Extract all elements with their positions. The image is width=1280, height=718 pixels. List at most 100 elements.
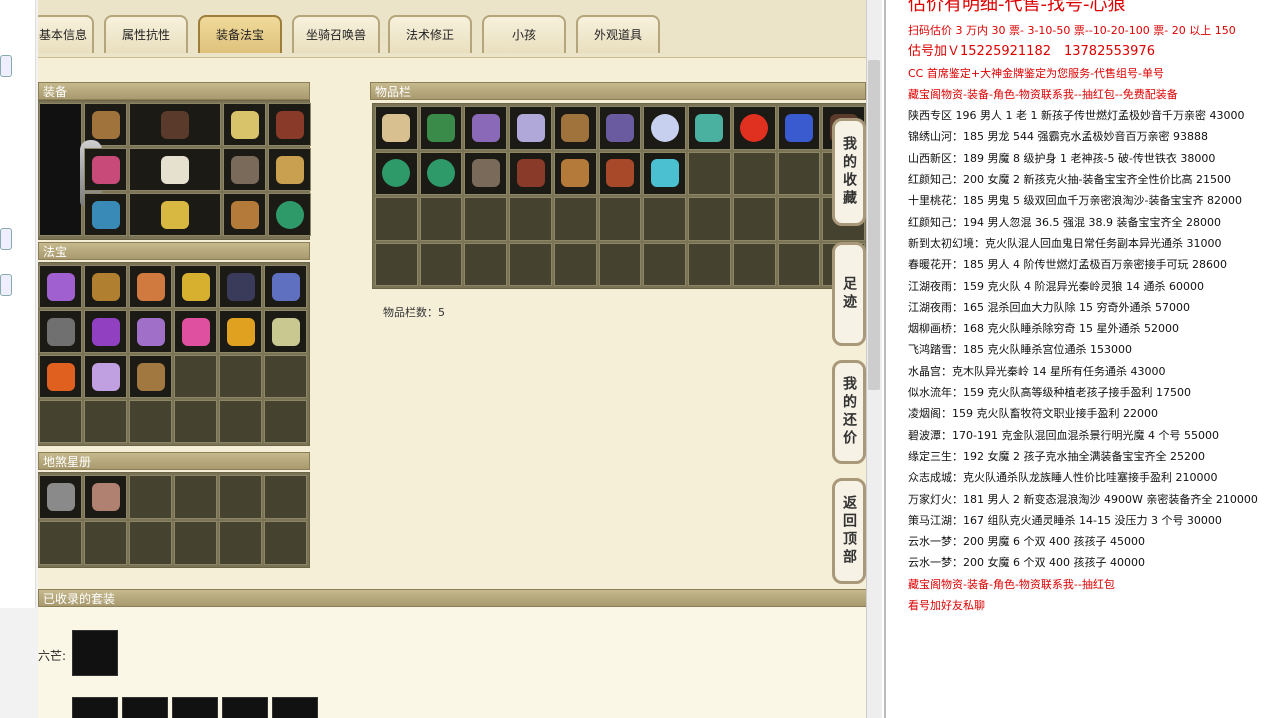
star-card-slot[interactable]: [39, 475, 82, 519]
magic-slot[interactable]: [84, 355, 127, 398]
equip-slot[interactable]: [129, 148, 221, 191]
inventory-slot[interactable]: [643, 106, 687, 150]
magic-slot[interactable]: [84, 310, 127, 353]
inventory-slot[interactable]: [598, 106, 642, 150]
equip-slot[interactable]: [84, 193, 127, 236]
equip-slot[interactable]: [223, 103, 266, 146]
empty-slot: [777, 151, 821, 195]
magic-slot[interactable]: [174, 310, 217, 353]
equipment-grid: [38, 100, 311, 240]
equip-slot[interactable]: [223, 148, 266, 191]
button-label: 返回顶部: [841, 495, 857, 567]
inventory-slot[interactable]: [419, 106, 463, 150]
equip-slot[interactable]: [129, 103, 221, 146]
empty-slot: [598, 242, 642, 286]
inventory-slot[interactable]: [375, 106, 418, 150]
magic-slot[interactable]: [129, 310, 172, 353]
magic-slot[interactable]: [174, 265, 217, 308]
set-item-icon[interactable]: [222, 697, 268, 718]
empty-slot: [732, 151, 776, 195]
inventory-slot[interactable]: [777, 106, 821, 150]
inventory-slot[interactable]: [509, 106, 552, 150]
empty-slot: [264, 400, 307, 443]
empty-slot: [643, 197, 687, 241]
text-line: 江湖夜雨：165 混杀回血大力队除 15 穷奇外通杀 57000: [908, 300, 1190, 314]
text-line: 凌烟阁：159 克火队畜牧符文职业接手盈利 22000: [908, 407, 1158, 421]
tab-label: 小孩: [511, 28, 536, 42]
text-line: 红颜知己：194 男人忽混 36.5 强混 38.9 装备宝宝齐全 28000: [908, 215, 1221, 229]
set-item-icon[interactable]: [72, 697, 118, 718]
tab-equipment[interactable]: 装备法宝: [198, 15, 282, 53]
set-item-icon[interactable]: [72, 630, 118, 676]
magic-slot[interactable]: [84, 265, 127, 308]
text-line: 扫码估价 3 万内 30 票- 3-10-50 票--10-20-100 票- …: [908, 24, 1236, 37]
empty-slot: [464, 197, 508, 241]
back-to-top-button[interactable]: 返回顶部: [832, 478, 866, 584]
text-line: 众志成城：克火队通杀队龙族睡人性价比哇塞接手盈利 210000: [908, 471, 1218, 485]
set-item-icon[interactable]: [122, 697, 168, 718]
tab-child[interactable]: 小孩: [482, 15, 566, 53]
character-portrait: [39, 103, 102, 236]
tab-bar: 基本信息 属性抗性 装备法宝 坐骑召唤兽 法术修正 小孩 外观道具: [38, 0, 870, 58]
footprint-button[interactable]: 足迹: [832, 242, 866, 346]
inventory-slot[interactable]: [419, 151, 463, 195]
scrollbar-thumb[interactable]: [868, 60, 880, 390]
text-line: 十里桃花：185 男鬼 5 级双回血千万亲密浪淘沙-装备宝宝齐 82000: [908, 194, 1242, 208]
inventory-slot[interactable]: [464, 106, 508, 150]
tab-attributes[interactable]: 属性抗性: [104, 15, 188, 53]
text-line: 江湖夜雨：159 克火队 4 阶混异光秦岭灵狼 14 通杀 60000: [908, 279, 1204, 293]
equip-slot[interactable]: [268, 103, 311, 146]
magic-slot[interactable]: [39, 265, 82, 308]
inventory-slot[interactable]: [509, 151, 552, 195]
star-card-slot[interactable]: [84, 475, 127, 519]
text-line: 看号加好友私聊: [908, 599, 985, 613]
equip-slot[interactable]: [129, 193, 221, 236]
set-item-icon[interactable]: [172, 697, 218, 718]
tab-basic-info[interactable]: 基本信息: [38, 15, 94, 53]
text-line: 碧波潭：170-191 克金队混回血混杀景行明光魔 4 个号 55000: [908, 428, 1219, 442]
equip-slot[interactable]: [268, 148, 311, 191]
text-line: 红颜知己：200 女魔 2 新孩克火抽-装备宝宝齐全性价比高 21500: [908, 173, 1231, 187]
magic-slot[interactable]: [129, 355, 172, 398]
mini-app-icon[interactable]: [0, 274, 12, 296]
tab-appearance[interactable]: 外观道具: [576, 15, 660, 53]
inventory-slot[interactable]: [732, 106, 776, 150]
empty-slot: [174, 475, 217, 519]
inventory-slot[interactable]: [688, 106, 731, 150]
magic-slot[interactable]: [39, 310, 82, 353]
magic-slot[interactable]: [39, 355, 82, 398]
tab-spell-correction[interactable]: 法术修正: [388, 15, 472, 53]
text-line: 云水一梦：200 女魔 6 个双 400 孩孩子 40000: [908, 556, 1145, 570]
magic-slot[interactable]: [219, 310, 262, 353]
equip-slot[interactable]: [84, 148, 127, 191]
my-favorites-button[interactable]: 我的收藏: [832, 118, 866, 226]
text-line: 云水一梦：200 男魔 6 个双 400 孩孩子 45000: [908, 535, 1145, 549]
price-list-panel: 估价有明细-代售-找号-心狼 扫码估价 3 万内 30 票- 3-10-50 票…: [884, 0, 1280, 718]
inventory-grid: [372, 103, 868, 289]
mini-app-icon[interactable]: [0, 55, 12, 77]
text-line: CC 首席鉴定+大神金牌鉴定为您服务-代售组号-单号: [908, 66, 1165, 80]
magic-slot[interactable]: [129, 265, 172, 308]
inventory-slot[interactable]: [375, 151, 418, 195]
empty-slot: [509, 242, 552, 286]
equip-slot[interactable]: [223, 193, 266, 236]
inventory-slot[interactable]: [643, 151, 687, 195]
empty-slot: [688, 151, 731, 195]
set-item-icon[interactable]: [272, 697, 318, 718]
star-book-title: 地煞星册: [43, 455, 92, 469]
equip-slot[interactable]: [268, 193, 311, 236]
inventory-slot[interactable]: [553, 106, 597, 150]
tab-label: 装备法宝: [215, 28, 264, 42]
my-counter-offer-button[interactable]: 我的还价: [832, 360, 866, 464]
inventory-slot[interactable]: [464, 151, 508, 195]
magic-slot[interactable]: [264, 310, 307, 353]
tab-mounts[interactable]: 坐骑召唤兽: [292, 15, 380, 53]
collected-sets-panel: 已收录的套装 六芒:: [38, 589, 870, 718]
inventory-slot[interactable]: [553, 151, 597, 195]
empty-slot: [84, 521, 127, 565]
inventory-slot[interactable]: [598, 151, 642, 195]
magic-slot[interactable]: [264, 265, 307, 308]
text-line: 春暖花开：185 男人 4 阶传世燃灯孟极百万亲密接手可玩 28600: [908, 258, 1227, 272]
magic-slot[interactable]: [219, 265, 262, 308]
mini-app-icon[interactable]: [0, 228, 12, 250]
